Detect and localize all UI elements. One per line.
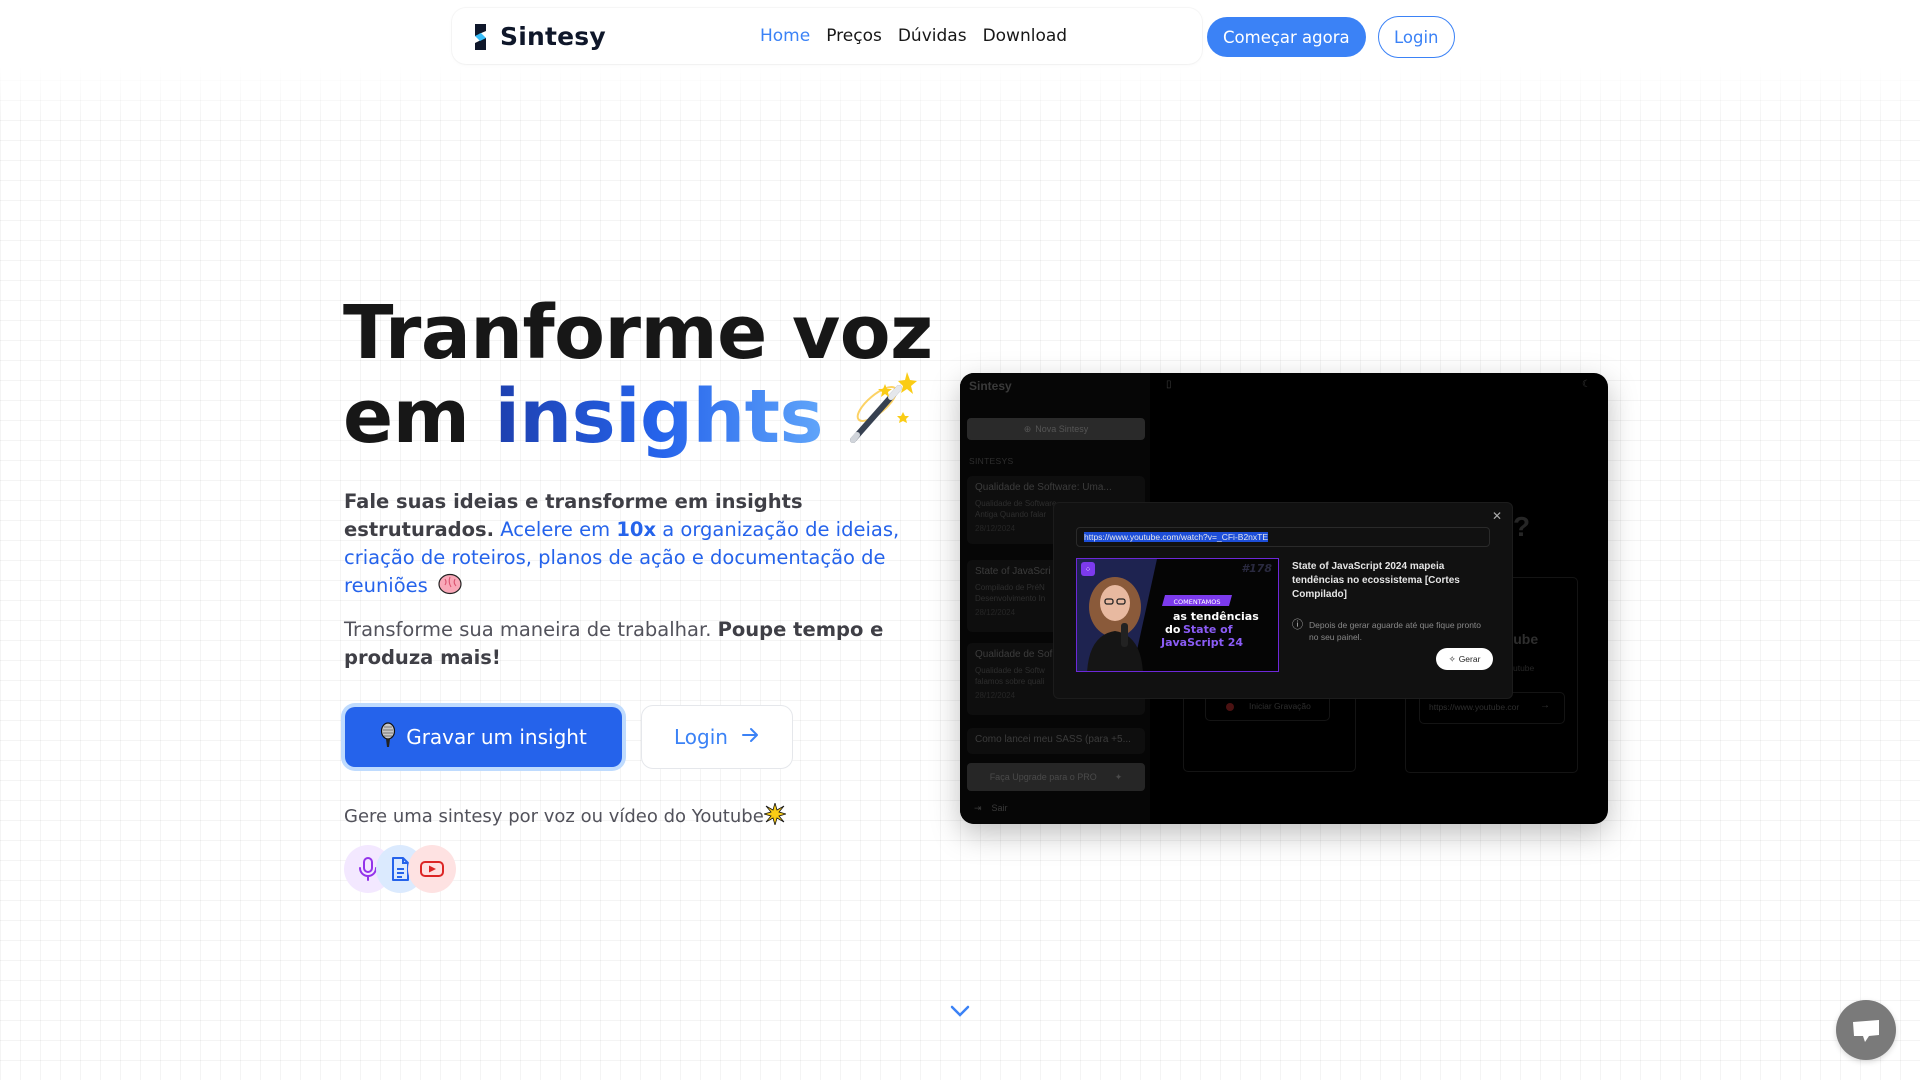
modal-generate-button: ✧ Gerar — [1436, 648, 1493, 670]
headline-highlight: insights — [494, 374, 824, 460]
sparkles-icon: ✦ — [1114, 771, 1123, 782]
preview-record-label: Iniciar Gravação — [1249, 701, 1311, 711]
brand[interactable]: Sintesy — [472, 22, 606, 51]
record-insight-label: Gravar um insight — [406, 725, 587, 749]
lead-blue-bold: 10x — [616, 518, 657, 541]
preview-item-date: 28/12/2024 — [975, 691, 1016, 700]
nav-link-duvidas[interactable]: Dúvidas — [898, 26, 967, 46]
preview-upgrade: Faça Upgrade para o PRO ✦ — [967, 763, 1145, 791]
preview-exit-label: Sair — [991, 803, 1008, 813]
start-now-button[interactable]: Começar agora — [1207, 17, 1366, 57]
navbar: Sintesy Home Preços Dúvidas Download — [452, 8, 1202, 64]
youtube-icon — [420, 861, 444, 877]
hero-headline: Tranforme voz em insights — [343, 296, 933, 458]
modal-video-title: State of JavaScript 2024 mapeia tendênci… — [1292, 561, 1460, 600]
preview-exit: ⇥ Sair — [974, 803, 1008, 814]
thumb-episode: #178 — [1241, 562, 1272, 575]
modal-url-text: https://www.youtube.com/watch?v=_CFi-B2n… — [1084, 532, 1269, 542]
plus-circle-icon: ⊕ — [1023, 423, 1032, 434]
magic-wand-icon — [841, 370, 918, 458]
microphone-emoji-icon — [380, 721, 396, 753]
preview-question: ? — [1513, 511, 1531, 542]
logout-icon: ⇥ — [974, 803, 982, 813]
svg-text:⁘: ⁘ — [1085, 565, 1092, 574]
preview-item-title: Qualidade de Software: Uma... — [975, 482, 1112, 493]
nav-link-home[interactable]: Home — [760, 26, 810, 46]
arrow-right-icon — [740, 725, 760, 750]
nav-login-button[interactable]: Login — [1378, 16, 1455, 58]
thumb-tag: COMENTAMOS — [1174, 598, 1221, 606]
preview-arrow-icon: → — [1540, 700, 1550, 711]
preview-brand: Sintesy — [969, 379, 1012, 393]
thumb-line-3: JavaScript 24 — [1160, 636, 1243, 649]
modal-close-icon: ✕ — [1491, 509, 1502, 523]
scroll-down-chevron-icon[interactable] — [949, 1003, 971, 1022]
thumb-line-1: as tendências — [1173, 610, 1259, 623]
sparkle-burst-icon — [762, 801, 788, 830]
lead-blue-1: Acelere em — [500, 518, 611, 541]
brand-name: Sintesy — [500, 22, 606, 51]
note-text: Gere uma sintesy por voz ou vídeo do You… — [344, 806, 764, 827]
sidebar-toggle-icon: ▯ — [1166, 379, 1172, 390]
preview-youtube-modal: ✕ https://www.youtube.com/watch?v=_CFi-B… — [1053, 502, 1513, 699]
hero-login-button[interactable]: Login — [641, 705, 793, 769]
preview-section-label: SINTESYS — [969, 456, 1014, 466]
sub-regular: Transforme sua maneira de trabalhar. — [344, 618, 712, 641]
record-dot-icon — [1226, 703, 1234, 711]
record-insight-button[interactable]: Gravar um insight — [345, 707, 622, 767]
sparkles-icon: ✧ — [1448, 653, 1456, 664]
hero-lead: Fale suas ideias e transforme em insight… — [344, 488, 934, 603]
preview-upgrade-label: Faça Upgrade para o PRO — [989, 772, 1097, 782]
modal-url-input: https://www.youtube.com/watch?v=_CFi-B2n… — [1076, 527, 1490, 547]
theme-moon-icon: ☾ — [1582, 379, 1591, 390]
alert-circle-icon: ⓘ — [1292, 619, 1303, 631]
modal-info: ⓘ Depois de gerar aguarde até que fique p… — [1292, 619, 1492, 643]
video-thumbnail: ⁘ #178 COMENTAMOS as tendências do State… — [1076, 558, 1279, 672]
feature-icons — [344, 845, 484, 893]
preview-item-title: Como lancei meu SASS (para +5... — [975, 734, 1131, 745]
nav-links: Home Preços Dúvidas Download — [760, 26, 1067, 46]
preview-youtube-placeholder: https://www.youtube.cor — [1429, 702, 1520, 712]
modal-generate-label: Gerar — [1458, 654, 1481, 664]
hero-note: Gere uma sintesy por voz ou vídeo do You… — [344, 801, 788, 830]
nav-link-download[interactable]: Download — [983, 26, 1068, 46]
thumb-line-2b: State of — [1183, 623, 1233, 636]
feature-youtube — [408, 845, 456, 893]
preview-list-item: Como lancei meu SASS (para +5... — [967, 728, 1145, 754]
preview-new-label: Nova Sintesy — [1035, 424, 1089, 434]
chat-widget-button[interactable] — [1836, 1000, 1896, 1060]
app-preview-screenshot: Sintesy ⊕ Nova Sintesy SINTESYS Qualidade… — [960, 373, 1608, 824]
nav-link-precos[interactable]: Preços — [826, 26, 882, 46]
thumbnail-art: ⁘ #178 COMENTAMOS as tendências do State… — [1077, 559, 1272, 671]
brain-icon — [438, 573, 462, 603]
headline-prefix: em — [343, 374, 470, 460]
chat-bubble-icon — [1853, 1020, 1879, 1042]
headline-line-1: Tranforme voz — [343, 290, 933, 376]
hero-sub: Transforme sua maneira de trabalhar. Pou… — [344, 616, 904, 672]
hero-login-label: Login — [674, 725, 728, 749]
sintesy-logo-icon — [475, 23, 486, 50]
modal-info-text: Depois de gerar aguarde até que fique pr… — [1309, 620, 1482, 642]
thumb-line-2a: do — [1165, 623, 1181, 636]
preview-new-sintesy: ⊕ Nova Sintesy — [967, 418, 1145, 440]
